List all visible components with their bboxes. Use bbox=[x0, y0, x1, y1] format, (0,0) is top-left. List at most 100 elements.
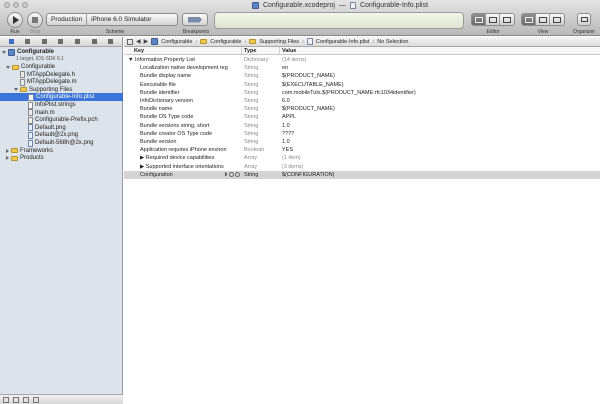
plist-type[interactable]: Array bbox=[242, 155, 280, 161]
column-header-key[interactable]: Key bbox=[124, 47, 242, 54]
disclosure-triangle-icon[interactable] bbox=[14, 88, 18, 92]
plist-key-cell[interactable]: Bundle name bbox=[124, 106, 242, 112]
filter-icon[interactable] bbox=[13, 396, 19, 403]
plist-value[interactable]: YES bbox=[280, 147, 600, 153]
nav-item[interactable]: Products bbox=[6, 154, 44, 162]
plist-key-cell[interactable]: ▶ Supported interface orientations bbox=[124, 164, 242, 170]
column-header-type[interactable]: Type bbox=[242, 47, 280, 54]
plist-value[interactable]: $(EXECUTABLE_NAME) bbox=[280, 82, 600, 88]
breadcrumb-selection[interactable]: No Selection bbox=[377, 39, 408, 45]
plist-key-cell[interactable]: Bundle version bbox=[124, 139, 242, 145]
disclosure-triangle-icon[interactable] bbox=[2, 50, 6, 54]
editor-mode-control[interactable] bbox=[471, 13, 515, 26]
plist-row[interactable]: Bundle OS Type code String APPL bbox=[124, 113, 600, 121]
tab-log-navigator[interactable] bbox=[108, 39, 114, 45]
plist-type[interactable]: Array bbox=[242, 164, 280, 170]
plist-type[interactable]: String bbox=[242, 114, 280, 120]
plist-row[interactable]: Localization native development reg Strin… bbox=[124, 64, 600, 72]
plist-type[interactable]: Boolean bbox=[242, 147, 280, 153]
plist-row[interactable]: Bundle version String 1.0 bbox=[124, 138, 600, 146]
plist-type[interactable]: String bbox=[242, 82, 280, 88]
plist-row[interactable]: ▶ Required device capabilities Array (1 it… bbox=[124, 154, 600, 162]
plist-key-cell[interactable]: Bundle identifier bbox=[124, 90, 242, 96]
close-window-button[interactable] bbox=[4, 2, 10, 8]
plist-row[interactable]: Application requires iPhone environ Boole… bbox=[124, 146, 600, 154]
tab-breakpoint-navigator[interactable] bbox=[91, 39, 97, 45]
breadcrumb-supporting-files[interactable]: Supporting Files bbox=[259, 39, 299, 45]
breadcrumb-project[interactable]: Configurable bbox=[161, 39, 192, 45]
tab-search-navigator[interactable] bbox=[41, 39, 47, 45]
plist-value[interactable]: $(CONFIGURATION) bbox=[280, 172, 600, 178]
plist-type[interactable]: String bbox=[242, 65, 280, 71]
plist-row[interactable]: Bundle identifier String com.mobileTuts.$(… bbox=[124, 89, 600, 97]
plist-key-cell[interactable]: Localization native development reg bbox=[124, 65, 242, 71]
plist-key-cell[interactable]: ▼ Information Property List bbox=[124, 57, 242, 63]
plist-value[interactable]: $(PRODUCT_NAME) bbox=[280, 73, 600, 79]
navigator-toggle-button[interactable] bbox=[522, 14, 536, 25]
plist-row[interactable]: Bundle versions string, short String 1.0 bbox=[124, 122, 600, 130]
tab-issue-navigator[interactable] bbox=[58, 39, 64, 45]
plist-key-cell[interactable]: ▶ Required device capabilities bbox=[124, 155, 242, 161]
plist-value[interactable]: APPL bbox=[280, 114, 600, 120]
organizer-button[interactable] bbox=[577, 13, 591, 26]
run-button[interactable] bbox=[7, 12, 23, 28]
plist-row[interactable]: Executable file String $(EXECUTABLE_NAME) bbox=[124, 81, 600, 89]
plist-key-cell[interactable]: Bundle creator OS Type code bbox=[124, 131, 242, 137]
plist-key-cell[interactable]: Bundle versions string, short bbox=[124, 123, 242, 129]
plist-value[interactable]: (1 item) bbox=[280, 155, 600, 161]
plist-row[interactable]: Bundle creator OS Type code String???? bbox=[124, 130, 600, 138]
plist-key-cell[interactable]: Bundle OS Type code bbox=[124, 114, 242, 120]
breadcrumb-file[interactable]: Configurable-Info.plist bbox=[316, 39, 370, 45]
plist-type[interactable]: String bbox=[242, 73, 280, 79]
recent-files-icon[interactable] bbox=[23, 396, 29, 403]
plist-value[interactable]: ???? bbox=[280, 131, 600, 137]
plist-type[interactable]: String bbox=[242, 172, 280, 178]
back-arrow-icon[interactable]: ◀ bbox=[136, 38, 141, 45]
view-control[interactable] bbox=[521, 13, 565, 26]
standard-editor-button[interactable] bbox=[472, 14, 486, 25]
plist-type[interactable]: String bbox=[242, 139, 280, 145]
forward-arrow-icon[interactable]: ▶ bbox=[144, 38, 149, 45]
key-popup-stepper-icon[interactable]: ⬍ bbox=[224, 172, 228, 178]
debug-area-toggle-button[interactable] bbox=[536, 14, 550, 25]
plist-value[interactable]: 6.0 bbox=[280, 98, 600, 104]
tab-debug-navigator[interactable] bbox=[75, 39, 81, 45]
column-header-value[interactable]: Value bbox=[280, 47, 600, 54]
plist-key-cell[interactable]: Configuration ⬍ bbox=[124, 172, 242, 178]
plist-key-cell[interactable]: InfoDictionary version bbox=[124, 98, 242, 104]
plist-row[interactable]: Bundle name String $(PRODUCT_NAME) bbox=[124, 105, 600, 113]
plist-type[interactable]: String bbox=[242, 106, 280, 112]
plist-key-cell[interactable]: Executable file bbox=[124, 82, 242, 88]
plist-row[interactable]: Bundle display name String $(PRODUCT_NAME) bbox=[124, 72, 600, 80]
plist-type[interactable]: String bbox=[242, 98, 280, 104]
disclosure-triangle-icon[interactable] bbox=[6, 65, 10, 69]
scheme-popup[interactable]: Production iPhone 6.0 Simulator bbox=[46, 13, 178, 26]
remove-row-icon[interactable] bbox=[235, 172, 240, 178]
plist-value[interactable]: $(PRODUCT_NAME) bbox=[280, 106, 600, 112]
utilities-toggle-button[interactable] bbox=[550, 14, 564, 25]
tab-symbol-navigator[interactable] bbox=[25, 39, 31, 45]
version-editor-button[interactable] bbox=[500, 14, 514, 25]
plist-value[interactable]: com.mobileTuts.$(PRODUCT_NAME:rfc1034ide… bbox=[280, 90, 600, 96]
plist-value[interactable]: 1.0 bbox=[280, 123, 600, 129]
plist-type[interactable]: Dictionary bbox=[242, 57, 280, 63]
scheme-destination[interactable]: iPhone 6.0 Simulator bbox=[87, 16, 155, 23]
related-items-icon[interactable] bbox=[127, 38, 133, 45]
plist-row[interactable]: ▶ Supported interface orientations Array(… bbox=[124, 163, 600, 171]
plist-type[interactable]: String bbox=[242, 131, 280, 137]
breakpoints-button[interactable] bbox=[182, 13, 208, 26]
stop-button[interactable] bbox=[27, 12, 43, 28]
plist-value[interactable]: (14 items) bbox=[280, 57, 600, 63]
plist-key-cell[interactable]: Application requires iPhone environ bbox=[124, 147, 242, 153]
plist-value[interactable]: en bbox=[280, 65, 600, 71]
tab-project-navigator[interactable] bbox=[8, 39, 14, 45]
breadcrumb-group[interactable]: Configurable bbox=[210, 39, 241, 45]
zoom-window-button[interactable] bbox=[22, 2, 28, 8]
plist-row[interactable]: Configuration ⬍ String $(CONFIGURATION) bbox=[124, 170, 600, 179]
plist-value[interactable]: 1.0 bbox=[280, 139, 600, 145]
assistant-editor-button[interactable] bbox=[486, 14, 500, 25]
plist-type[interactable]: String bbox=[242, 123, 280, 129]
disclosure-triangle-icon[interactable] bbox=[6, 156, 9, 161]
scm-status-icon[interactable] bbox=[33, 396, 39, 403]
add-row-icon[interactable] bbox=[229, 172, 234, 178]
